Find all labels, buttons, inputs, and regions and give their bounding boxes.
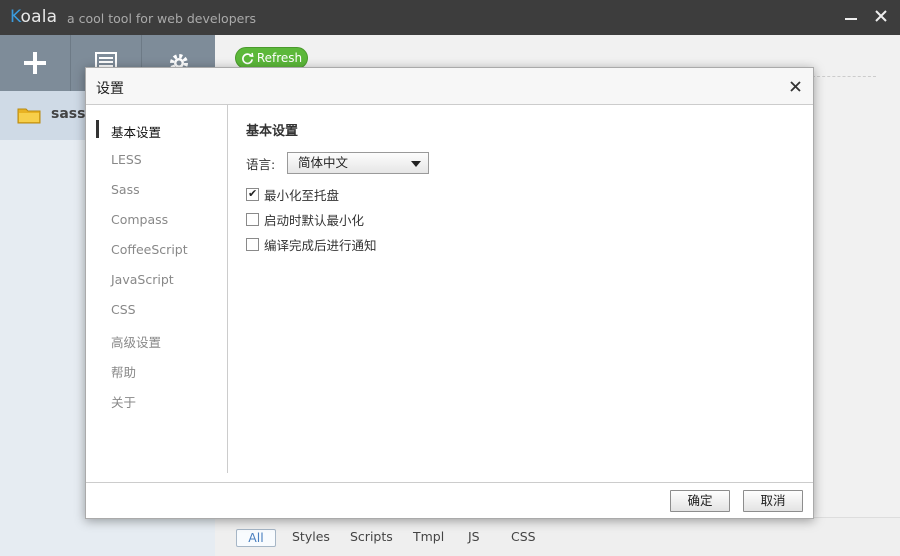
settings-dialog: 设置 基本设置 LESS Sass Compass CoffeeScript J… — [85, 67, 814, 519]
app-tagline: a cool tool for web developers — [67, 11, 256, 26]
minimize-button[interactable] — [840, 5, 862, 29]
option-notify-on-compile[interactable]: 编译完成后进行通知 — [246, 235, 377, 254]
checkbox-start-minimized[interactable] — [246, 213, 259, 226]
refresh-icon — [241, 52, 254, 64]
refresh-button[interactable]: Refresh — [235, 47, 308, 69]
ok-button[interactable]: 确定 — [670, 490, 730, 512]
folder-icon — [17, 106, 41, 127]
option-minimize-to-tray[interactable]: 最小化至托盘 — [246, 185, 339, 204]
option-start-minimized[interactable]: 启动时默认最小化 — [246, 210, 364, 229]
title-bar: Koala a cool tool for web developers — [0, 0, 900, 35]
filter-bar: All Styles Scripts Tmpl JS CSS — [215, 517, 900, 556]
close-window-button[interactable] — [870, 5, 892, 29]
filter-js[interactable]: JS — [468, 529, 480, 544]
filter-scripts[interactable]: Scripts — [350, 529, 393, 544]
app-name: Koala — [10, 7, 57, 27]
refresh-label: Refresh — [256, 51, 303, 65]
filter-all[interactable]: All — [236, 529, 276, 547]
close-icon — [790, 81, 801, 92]
checkbox-notify-on-compile[interactable] — [246, 238, 259, 251]
nav-help[interactable]: 帮助 — [111, 362, 136, 381]
project-name: sass — [51, 106, 86, 122]
cancel-button[interactable]: 取消 — [743, 490, 803, 512]
nav-javascript[interactable]: JavaScript — [111, 272, 174, 287]
dialog-header: 设置 — [86, 68, 813, 105]
nav-basic-settings[interactable]: 基本设置 — [111, 122, 161, 141]
app-name-rest: oala — [20, 7, 58, 27]
divider — [812, 76, 876, 77]
option-label: 最小化至托盘 — [264, 188, 340, 203]
option-label: 编译完成后进行通知 — [264, 238, 377, 253]
dialog-footer: 确定 取消 — [86, 482, 813, 518]
nav-coffeescript[interactable]: CoffeeScript — [111, 242, 188, 257]
nav-less[interactable]: LESS — [111, 152, 142, 167]
dropdown-arrow-icon — [411, 161, 421, 167]
nav-advanced-settings[interactable]: 高级设置 — [111, 332, 161, 351]
filter-styles[interactable]: Styles — [292, 529, 330, 544]
plus-icon — [24, 52, 46, 74]
language-select[interactable]: 简体中文 — [287, 152, 429, 174]
settings-nav: 基本设置 LESS Sass Compass CoffeeScript Java… — [86, 105, 228, 473]
option-label: 启动时默认最小化 — [264, 213, 365, 228]
nav-about[interactable]: 关于 — [111, 392, 136, 411]
filter-tmpl[interactable]: Tmpl — [413, 529, 444, 544]
nav-sass[interactable]: Sass — [111, 182, 140, 197]
dialog-title: 设置 — [96, 81, 124, 97]
language-label: 语言: — [246, 157, 276, 172]
app-name-initial: K — [10, 7, 21, 27]
minimize-icon — [845, 18, 857, 20]
active-nav-marker — [96, 120, 99, 138]
language-value: 简体中文 — [298, 155, 349, 170]
nav-css[interactable]: CSS — [111, 302, 136, 317]
checkbox-minimize-to-tray[interactable] — [246, 187, 259, 201]
section-title: 基本设置 — [246, 124, 299, 139]
close-icon — [875, 10, 887, 22]
filter-css[interactable]: CSS — [511, 529, 536, 544]
add-project-button[interactable] — [0, 35, 71, 91]
dialog-close-button[interactable] — [790, 77, 801, 96]
nav-compass[interactable]: Compass — [111, 212, 168, 227]
